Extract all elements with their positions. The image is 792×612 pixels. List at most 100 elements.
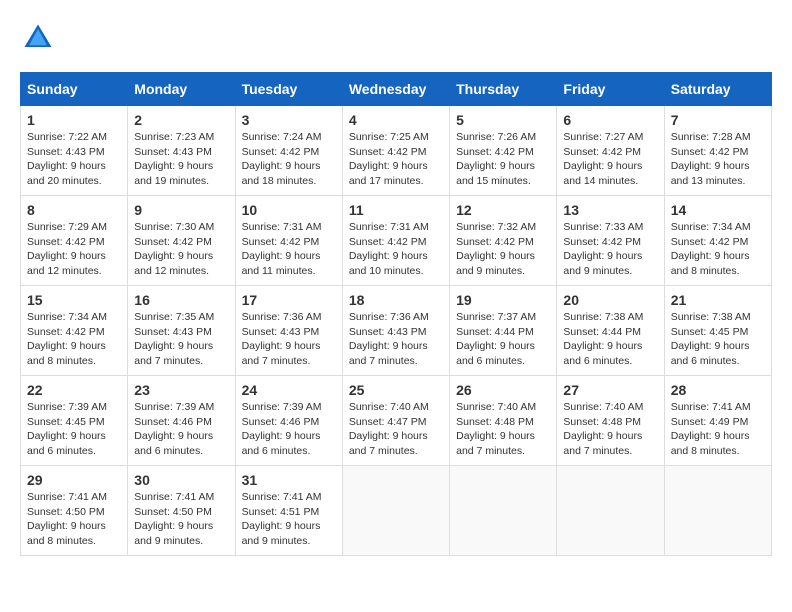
day-info: Sunrise: 7:36 AMSunset: 4:43 PMDaylight:… — [349, 310, 443, 369]
weekday-header-monday: Monday — [128, 73, 235, 106]
day-number: 17 — [242, 292, 336, 308]
calendar-cell: 17 Sunrise: 7:36 AMSunset: 4:43 PMDaylig… — [235, 286, 342, 376]
logo — [20, 20, 60, 56]
calendar-cell: 2 Sunrise: 7:23 AMSunset: 4:43 PMDayligh… — [128, 106, 235, 196]
day-number: 26 — [456, 382, 550, 398]
day-info: Sunrise: 7:24 AMSunset: 4:42 PMDaylight:… — [242, 130, 336, 189]
calendar-week-2: 8 Sunrise: 7:29 AMSunset: 4:42 PMDayligh… — [21, 196, 772, 286]
day-number: 2 — [134, 112, 228, 128]
weekday-header-saturday: Saturday — [664, 73, 771, 106]
calendar-cell: 26 Sunrise: 7:40 AMSunset: 4:48 PMDaylig… — [450, 376, 557, 466]
day-info: Sunrise: 7:34 AMSunset: 4:42 PMDaylight:… — [27, 310, 121, 369]
calendar-table: SundayMondayTuesdayWednesdayThursdayFrid… — [20, 72, 772, 556]
day-number: 8 — [27, 202, 121, 218]
day-number: 1 — [27, 112, 121, 128]
logo-icon — [20, 20, 56, 56]
day-number: 20 — [563, 292, 657, 308]
day-number: 10 — [242, 202, 336, 218]
day-info: Sunrise: 7:22 AMSunset: 4:43 PMDaylight:… — [27, 130, 121, 189]
calendar-cell: 27 Sunrise: 7:40 AMSunset: 4:48 PMDaylig… — [557, 376, 664, 466]
day-number: 15 — [27, 292, 121, 308]
day-number: 6 — [563, 112, 657, 128]
day-number: 7 — [671, 112, 765, 128]
day-info: Sunrise: 7:23 AMSunset: 4:43 PMDaylight:… — [134, 130, 228, 189]
day-number: 28 — [671, 382, 765, 398]
day-info: Sunrise: 7:39 AMSunset: 4:46 PMDaylight:… — [134, 400, 228, 459]
weekday-header-tuesday: Tuesday — [235, 73, 342, 106]
calendar-cell: 13 Sunrise: 7:33 AMSunset: 4:42 PMDaylig… — [557, 196, 664, 286]
day-info: Sunrise: 7:30 AMSunset: 4:42 PMDaylight:… — [134, 220, 228, 279]
day-info: Sunrise: 7:40 AMSunset: 4:47 PMDaylight:… — [349, 400, 443, 459]
calendar-body: 1 Sunrise: 7:22 AMSunset: 4:43 PMDayligh… — [21, 106, 772, 556]
calendar-cell: 28 Sunrise: 7:41 AMSunset: 4:49 PMDaylig… — [664, 376, 771, 466]
calendar-week-1: 1 Sunrise: 7:22 AMSunset: 4:43 PMDayligh… — [21, 106, 772, 196]
calendar-cell — [557, 466, 664, 556]
calendar-cell: 7 Sunrise: 7:28 AMSunset: 4:42 PMDayligh… — [664, 106, 771, 196]
calendar-cell: 9 Sunrise: 7:30 AMSunset: 4:42 PMDayligh… — [128, 196, 235, 286]
calendar-cell: 18 Sunrise: 7:36 AMSunset: 4:43 PMDaylig… — [342, 286, 449, 376]
day-number: 31 — [242, 472, 336, 488]
day-number: 16 — [134, 292, 228, 308]
calendar-cell — [342, 466, 449, 556]
day-number: 13 — [563, 202, 657, 218]
day-number: 11 — [349, 202, 443, 218]
weekday-header-thursday: Thursday — [450, 73, 557, 106]
day-info: Sunrise: 7:39 AMSunset: 4:45 PMDaylight:… — [27, 400, 121, 459]
day-number: 14 — [671, 202, 765, 218]
day-info: Sunrise: 7:33 AMSunset: 4:42 PMDaylight:… — [563, 220, 657, 279]
calendar-cell: 25 Sunrise: 7:40 AMSunset: 4:47 PMDaylig… — [342, 376, 449, 466]
day-number: 3 — [242, 112, 336, 128]
day-number: 27 — [563, 382, 657, 398]
day-info: Sunrise: 7:39 AMSunset: 4:46 PMDaylight:… — [242, 400, 336, 459]
day-info: Sunrise: 7:37 AMSunset: 4:44 PMDaylight:… — [456, 310, 550, 369]
day-number: 24 — [242, 382, 336, 398]
day-info: Sunrise: 7:38 AMSunset: 4:45 PMDaylight:… — [671, 310, 765, 369]
day-info: Sunrise: 7:41 AMSunset: 4:49 PMDaylight:… — [671, 400, 765, 459]
day-info: Sunrise: 7:28 AMSunset: 4:42 PMDaylight:… — [671, 130, 765, 189]
weekday-header-row: SundayMondayTuesdayWednesdayThursdayFrid… — [21, 73, 772, 106]
calendar-cell — [664, 466, 771, 556]
calendar-cell: 16 Sunrise: 7:35 AMSunset: 4:43 PMDaylig… — [128, 286, 235, 376]
calendar-cell: 30 Sunrise: 7:41 AMSunset: 4:50 PMDaylig… — [128, 466, 235, 556]
page-header — [20, 20, 772, 56]
day-number: 21 — [671, 292, 765, 308]
day-info: Sunrise: 7:41 AMSunset: 4:50 PMDaylight:… — [134, 490, 228, 549]
calendar-cell: 8 Sunrise: 7:29 AMSunset: 4:42 PMDayligh… — [21, 196, 128, 286]
day-number: 12 — [456, 202, 550, 218]
calendar-cell: 14 Sunrise: 7:34 AMSunset: 4:42 PMDaylig… — [664, 196, 771, 286]
day-info: Sunrise: 7:26 AMSunset: 4:42 PMDaylight:… — [456, 130, 550, 189]
day-info: Sunrise: 7:31 AMSunset: 4:42 PMDaylight:… — [242, 220, 336, 279]
day-number: 23 — [134, 382, 228, 398]
day-number: 29 — [27, 472, 121, 488]
day-number: 9 — [134, 202, 228, 218]
calendar-cell: 19 Sunrise: 7:37 AMSunset: 4:44 PMDaylig… — [450, 286, 557, 376]
day-number: 19 — [456, 292, 550, 308]
day-info: Sunrise: 7:36 AMSunset: 4:43 PMDaylight:… — [242, 310, 336, 369]
calendar-cell: 29 Sunrise: 7:41 AMSunset: 4:50 PMDaylig… — [21, 466, 128, 556]
weekday-header-wednesday: Wednesday — [342, 73, 449, 106]
day-info: Sunrise: 7:41 AMSunset: 4:50 PMDaylight:… — [27, 490, 121, 549]
calendar-cell: 6 Sunrise: 7:27 AMSunset: 4:42 PMDayligh… — [557, 106, 664, 196]
day-info: Sunrise: 7:32 AMSunset: 4:42 PMDaylight:… — [456, 220, 550, 279]
day-number: 30 — [134, 472, 228, 488]
day-info: Sunrise: 7:27 AMSunset: 4:42 PMDaylight:… — [563, 130, 657, 189]
calendar-cell: 1 Sunrise: 7:22 AMSunset: 4:43 PMDayligh… — [21, 106, 128, 196]
weekday-header-sunday: Sunday — [21, 73, 128, 106]
day-info: Sunrise: 7:41 AMSunset: 4:51 PMDaylight:… — [242, 490, 336, 549]
day-number: 22 — [27, 382, 121, 398]
calendar-cell: 15 Sunrise: 7:34 AMSunset: 4:42 PMDaylig… — [21, 286, 128, 376]
calendar-cell: 31 Sunrise: 7:41 AMSunset: 4:51 PMDaylig… — [235, 466, 342, 556]
weekday-header-friday: Friday — [557, 73, 664, 106]
calendar-cell: 12 Sunrise: 7:32 AMSunset: 4:42 PMDaylig… — [450, 196, 557, 286]
calendar-cell: 10 Sunrise: 7:31 AMSunset: 4:42 PMDaylig… — [235, 196, 342, 286]
calendar-cell: 11 Sunrise: 7:31 AMSunset: 4:42 PMDaylig… — [342, 196, 449, 286]
day-info: Sunrise: 7:40 AMSunset: 4:48 PMDaylight:… — [456, 400, 550, 459]
calendar-cell: 3 Sunrise: 7:24 AMSunset: 4:42 PMDayligh… — [235, 106, 342, 196]
calendar-cell: 21 Sunrise: 7:38 AMSunset: 4:45 PMDaylig… — [664, 286, 771, 376]
day-number: 18 — [349, 292, 443, 308]
calendar-cell — [450, 466, 557, 556]
calendar-cell: 20 Sunrise: 7:38 AMSunset: 4:44 PMDaylig… — [557, 286, 664, 376]
calendar-cell: 4 Sunrise: 7:25 AMSunset: 4:42 PMDayligh… — [342, 106, 449, 196]
day-info: Sunrise: 7:35 AMSunset: 4:43 PMDaylight:… — [134, 310, 228, 369]
day-number: 4 — [349, 112, 443, 128]
